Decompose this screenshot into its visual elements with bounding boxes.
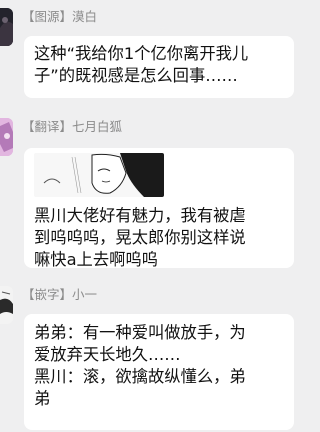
message-text-line: 弟 [34, 389, 51, 408]
message-text-line: 弟弟：有一种爱叫做放手，为 [34, 323, 246, 342]
message-text-line: 嘛快a上去啊呜呜 [34, 250, 158, 269]
message-text-line: 到呜呜呜，晃太郎你别这样说 [34, 228, 246, 247]
message-text-line: 黑川：滚，欲擒故纵懂么，弟 [34, 367, 246, 386]
message-text-line: 这种“我给你1个亿你离开我儿 [34, 44, 249, 63]
avatar[interactable] [0, 8, 13, 46]
message-bubble: 黑川大佬好有魅力，我有被虐 到呜呜呜，晃太郎你别这样说 嘛快a上去啊呜呜 [24, 148, 294, 269]
message-text-line: 子”的既视感是怎么回事…… [34, 66, 238, 85]
message-bubble: 弟弟：有一种爱叫做放手，为 爱放弃天长地久…… 黑川：滚，欲擒故纵懂么，弟 弟 [24, 314, 294, 430]
chat-message-2: 【翻译】七月白狐 黑川大佬好有魅力，我有被虐 到呜呜呜，晃太郎你别这样说 嘛快a… [0, 110, 303, 280]
sender-name[interactable]: 【嵌字】小一 [22, 288, 97, 302]
sender-name[interactable]: 【图源】漠白 [22, 10, 97, 24]
message-text-line: 黑川大佬好有魅力，我有被虐 [34, 206, 246, 225]
sender-name[interactable]: 【翻译】七月白狐 [22, 120, 122, 134]
manga-sticker-image[interactable] [34, 153, 164, 197]
chat-message-3: 【嵌字】小一 弟弟：有一种爱叫做放手，为 爱放弃天长地久…… 黑川：滚，欲擒故纵… [0, 280, 303, 432]
message-text-line: 爱放弃天长地久…… [34, 345, 181, 364]
chat-message-1: 【图源】漠白 这种“我给你1个亿你离开我儿 子”的既视感是怎么回事…… [0, 0, 303, 110]
avatar[interactable] [0, 118, 13, 156]
message-bubble: 这种“我给你1个亿你离开我儿 子”的既视感是怎么回事…… [24, 36, 294, 98]
avatar[interactable] [0, 286, 13, 324]
